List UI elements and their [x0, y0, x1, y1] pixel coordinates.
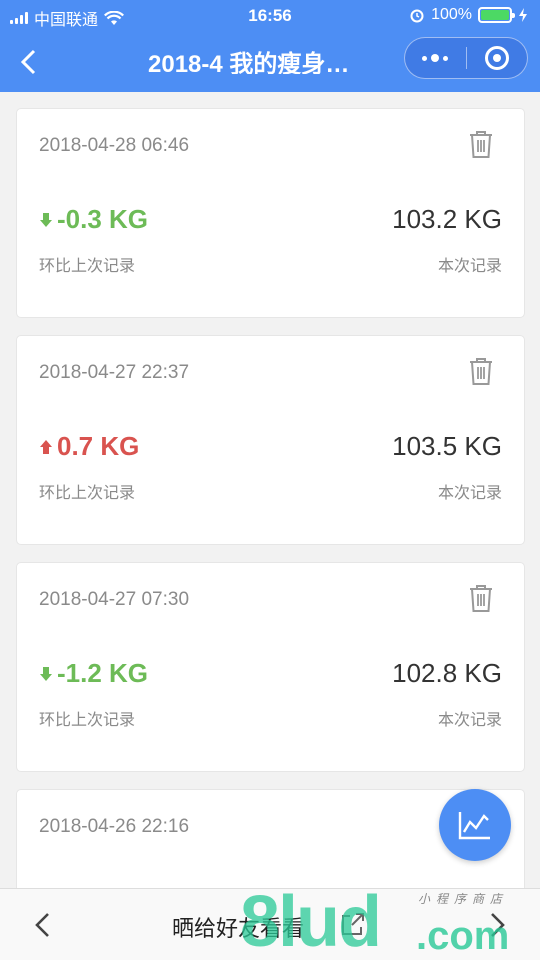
current-label: 本次记录: [437, 485, 502, 502]
current-label: 本次记录: [437, 258, 502, 275]
trash-icon[interactable]: [468, 129, 494, 159]
battery-fill: [481, 10, 509, 20]
target-icon: [484, 46, 509, 70]
battery-icon: [478, 7, 515, 23]
mini-program-capsule: [404, 37, 528, 79]
record-date: 2018-04-27 22:37: [39, 362, 190, 383]
trash-icon[interactable]: [468, 583, 494, 613]
arrow-up-icon: [40, 439, 52, 454]
status-right: 100%: [409, 6, 528, 24]
share-label[interactable]: 晒给好友看看: [172, 911, 304, 943]
change-label: 环比上次记录: [39, 258, 136, 275]
line-chart-icon: [458, 812, 490, 840]
current-label: 本次记录: [437, 712, 502, 729]
record-date: 2018-04-26 22:16: [39, 816, 190, 837]
current-weight: 102.8 KG: [392, 658, 502, 688]
change-label: 环比上次记录: [39, 712, 136, 729]
back-button[interactable]: [10, 44, 46, 80]
arrow-down-icon: [40, 666, 52, 681]
header: 中国联通 16:56 100% 2018-4 我的瘦身…: [0, 0, 540, 92]
more-dots-icon: [422, 54, 449, 62]
change-value-text: 0.7 KG: [57, 431, 140, 461]
current-weight: 103.5 KG: [392, 431, 502, 461]
chevron-left-icon[interactable]: [28, 909, 60, 941]
record-card[interactable]: 2018-04-28 06:46 -0.3 KG 103.2 KG 环比上次记录…: [16, 108, 525, 318]
trash-icon[interactable]: [468, 356, 494, 386]
more-button[interactable]: [405, 38, 466, 78]
record-card[interactable]: 2018-04-27 22:37 0.7 KG 103.5 KG 环比上次记录 …: [16, 335, 525, 545]
record-date: 2018-04-27 07:30: [39, 589, 190, 610]
change-value: 0.7 KG: [39, 431, 139, 462]
close-mini-program-button[interactable]: [467, 38, 528, 78]
record-card[interactable]: 2018-04-27 07:30 -1.2 KG 102.8 KG 环比上次记录…: [16, 562, 525, 772]
alarm-icon: [410, 9, 424, 23]
change-value-text: -0.3 KG: [57, 204, 149, 234]
page-title: 2018-4 我的瘦身…: [148, 51, 350, 74]
chart-button[interactable]: [439, 789, 511, 861]
chevron-left-icon: [20, 49, 36, 75]
battery-percent: 100%: [431, 6, 472, 23]
change-value-text: -1.2 KG: [57, 658, 149, 688]
share-icon[interactable]: [340, 911, 366, 937]
current-weight: 103.2 KG: [392, 204, 502, 234]
nav-bar: 2018-4 我的瘦身…: [0, 32, 540, 92]
arrow-down-icon: [40, 212, 52, 227]
bottom-bar: 晒给好友看看: [0, 888, 540, 960]
charging-icon: [519, 8, 527, 22]
chevron-right-icon[interactable]: [480, 909, 512, 941]
change-value: -0.3 KG: [39, 204, 148, 235]
status-bar: 中国联通 16:56 100%: [0, 0, 540, 32]
change-label: 环比上次记录: [39, 485, 136, 502]
record-date: 2018-04-28 06:46: [39, 135, 190, 156]
change-value: -1.2 KG: [39, 658, 148, 689]
